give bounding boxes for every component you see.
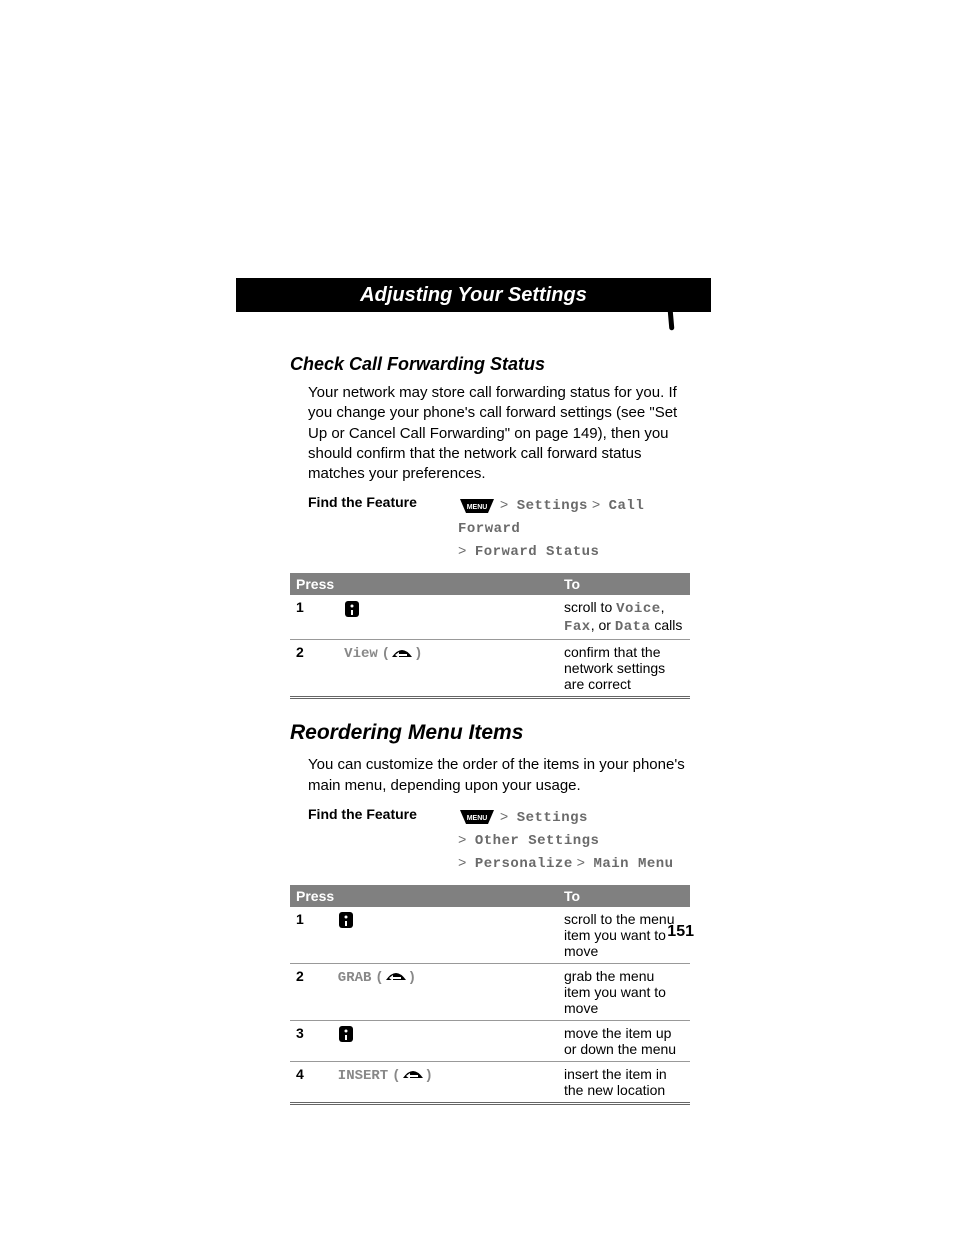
path-item: Personalize (475, 856, 573, 872)
chapter-title-bar: Adjusting Your Settings (236, 278, 711, 312)
table-row: 1 scroll to the menu item you want to mo… (290, 907, 690, 964)
table-row: 4 INSERT () insert the item in the new l… (290, 1061, 690, 1103)
table-row: 2 GRAB () grab the menu item you want to… (290, 963, 690, 1020)
path-item: Forward Status (475, 544, 600, 560)
page-content: Check Call Forwarding Status Your networ… (290, 340, 690, 1111)
path-item: Main Menu (593, 856, 673, 872)
to-cell: scroll to Voice, Fax, or Data calls (558, 595, 690, 640)
steps-table: Press To 1 scroll to the menu item you w… (290, 885, 690, 1105)
to-cell: grab the menu item you want to move (558, 963, 690, 1020)
step-number: 4 (290, 1061, 332, 1103)
press-cell (338, 595, 558, 640)
press-cell: GRAB () (332, 963, 558, 1020)
to-cell: move the item up or down the menu (558, 1020, 690, 1061)
find-the-feature-label: Find the Feature (308, 494, 458, 563)
step-number: 1 (290, 907, 332, 964)
find-the-feature-row: Find the Feature MENU > Settings > Other… (308, 806, 690, 875)
col-to: To (558, 885, 690, 907)
path-item: Other Settings (475, 833, 600, 849)
page-number: 151 (667, 923, 694, 941)
softkey-icon (401, 1067, 425, 1083)
softkey-label: INSERT (338, 1068, 388, 1084)
col-press: Press (290, 573, 558, 595)
svg-text:MENU: MENU (467, 815, 488, 822)
menu-key-icon: MENU (458, 810, 496, 824)
step-number: 2 (290, 963, 332, 1020)
scroll-key-icon (338, 911, 354, 929)
scroll-key-icon (344, 600, 360, 618)
press-cell: View () (338, 640, 558, 698)
step-number: 1 (290, 595, 338, 640)
col-press: Press (290, 885, 558, 907)
table-header-row: Press To (290, 885, 690, 907)
body-paragraph: You can customize the order of the items… (308, 755, 690, 796)
press-cell (332, 1020, 558, 1061)
section-heading: Reordering Menu Items (290, 721, 690, 745)
svg-text:MENU: MENU (467, 504, 488, 511)
nav-path: MENU > Settings > Other Settings > Perso… (458, 806, 690, 875)
steps-table: Press To 1 scroll to Voice, Fax, or Data… (290, 573, 690, 699)
to-cell: insert the item in the new location (558, 1061, 690, 1103)
table-row: 3 move the item up or down the menu (290, 1020, 690, 1061)
path-item: Settings (517, 498, 588, 514)
body-paragraph: Your network may store call forwarding s… (308, 383, 690, 484)
col-to: To (558, 573, 690, 595)
softkey-label: GRAB (338, 970, 372, 986)
flash-icon (642, 280, 698, 336)
nav-path: MENU > Settings > Call Forward > Forward… (458, 494, 690, 563)
softkey-icon (390, 646, 414, 662)
chapter-title: Adjusting Your Settings (360, 284, 587, 307)
press-cell: INSERT () (332, 1061, 558, 1103)
table-row: 2 View () confirm that the network setti… (290, 640, 690, 698)
scroll-key-icon (338, 1025, 354, 1043)
find-the-feature-label: Find the Feature (308, 806, 458, 875)
path-item: Settings (517, 810, 588, 826)
page: Adjusting Your Settings Check Call Forwa… (0, 0, 954, 1235)
find-the-feature-row: Find the Feature MENU > Settings > Call … (308, 494, 690, 563)
softkey-icon (384, 969, 408, 985)
press-cell (332, 907, 558, 964)
table-header-row: Press To (290, 573, 690, 595)
softkey-label: View (344, 646, 378, 662)
to-cell: confirm that the network settings are co… (558, 640, 690, 698)
step-number: 2 (290, 640, 338, 698)
menu-key-icon: MENU (458, 499, 496, 513)
step-number: 3 (290, 1020, 332, 1061)
table-row: 1 scroll to Voice, Fax, or Data calls (290, 595, 690, 640)
subsection-heading: Check Call Forwarding Status (290, 354, 690, 375)
